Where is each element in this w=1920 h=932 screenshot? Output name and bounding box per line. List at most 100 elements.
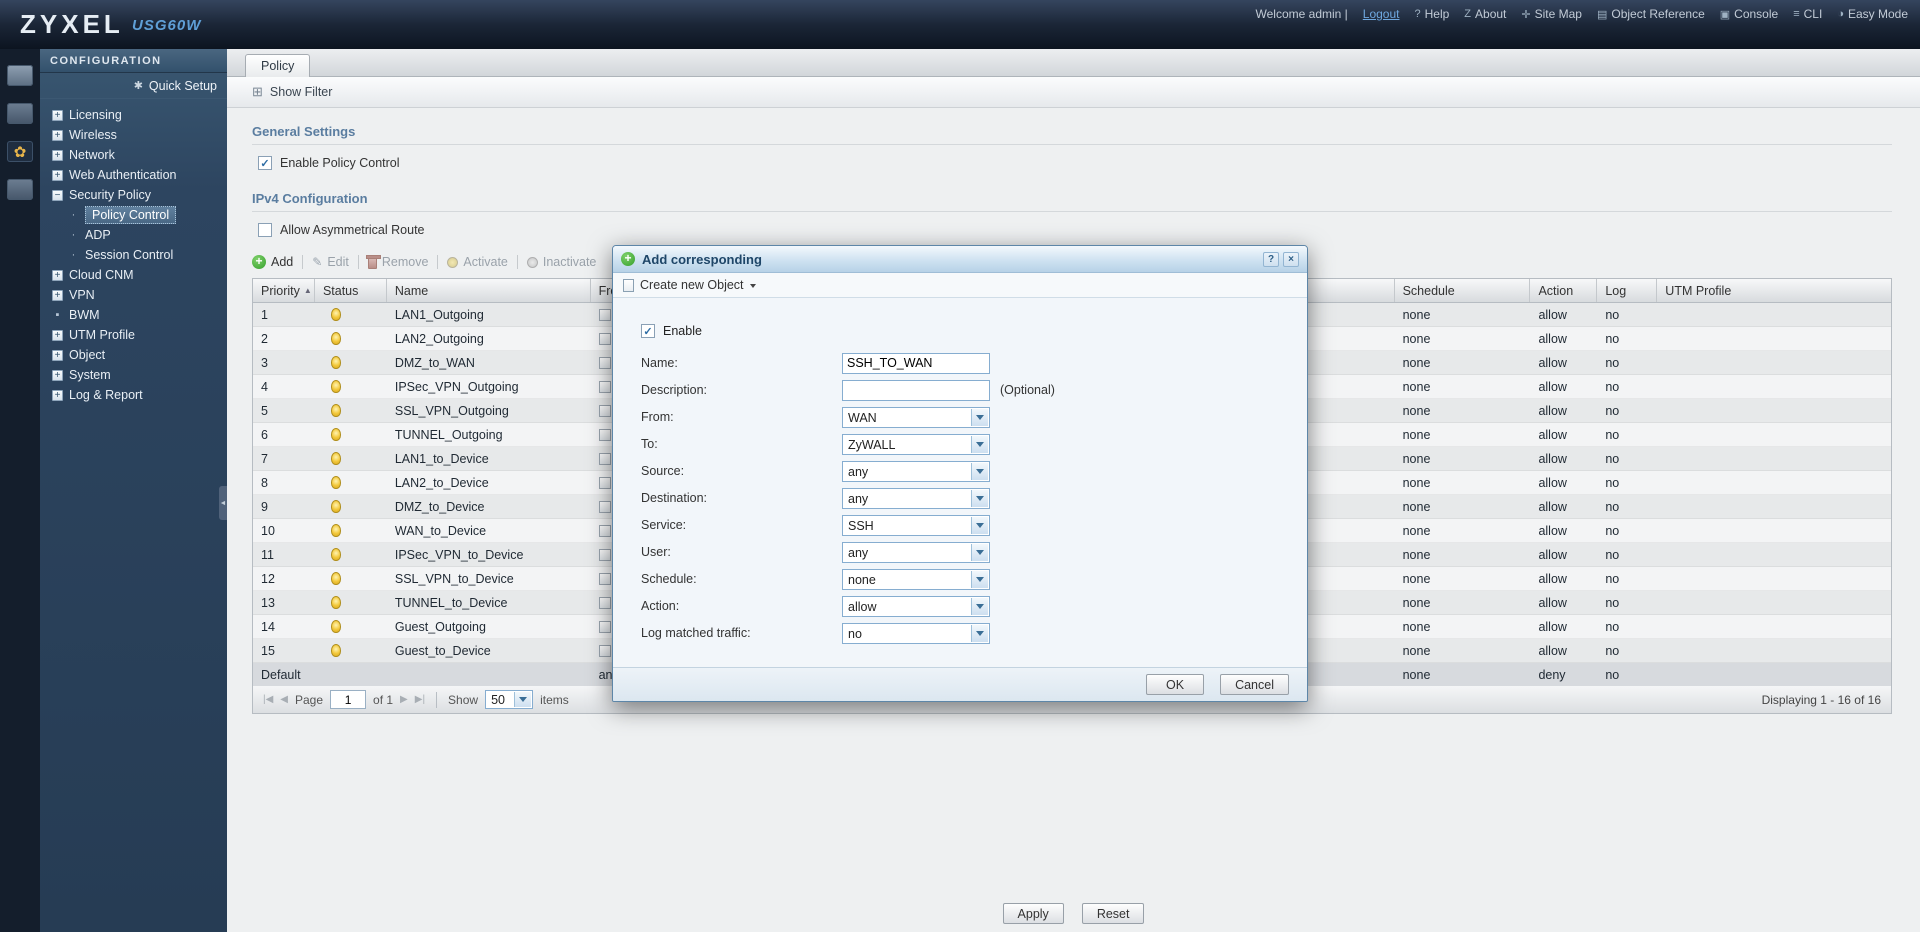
name-input[interactable] bbox=[842, 353, 990, 374]
chevron-down-icon[interactable] bbox=[971, 490, 988, 507]
create-new-object-button[interactable]: Create new Object bbox=[613, 273, 1307, 298]
expand-icon[interactable]: + bbox=[52, 370, 63, 381]
field-select[interactable]: any bbox=[842, 488, 990, 509]
col-schedule[interactable]: Schedule bbox=[1395, 279, 1531, 302]
expand-icon[interactable]: + bbox=[52, 130, 63, 141]
description-input[interactable] bbox=[842, 380, 990, 401]
sidebar-item[interactable]: + Cloud CNM bbox=[40, 265, 227, 285]
sidebar-item[interactable]: · Policy Control bbox=[40, 205, 227, 225]
col-status[interactable]: Status bbox=[315, 279, 387, 302]
ok-button[interactable]: OK bbox=[1146, 674, 1204, 695]
col-priority[interactable]: Priority ▲ bbox=[253, 279, 315, 302]
add-button[interactable]: Add bbox=[252, 255, 293, 269]
dialog-close-button[interactable]: × bbox=[1283, 252, 1299, 267]
col-action[interactable]: Action bbox=[1530, 279, 1597, 302]
inactivate-button[interactable]: Inactivate bbox=[527, 255, 597, 269]
configuration-icon[interactable]: ✿ bbox=[7, 141, 33, 162]
asymmetrical-route-checkbox[interactable] bbox=[258, 223, 272, 237]
field-select[interactable]: any bbox=[842, 542, 990, 563]
dialog-footer: OK Cancel bbox=[613, 667, 1307, 701]
expand-icon[interactable]: + bbox=[52, 170, 63, 181]
chevron-down-icon[interactable] bbox=[971, 625, 988, 642]
cancel-button[interactable]: Cancel bbox=[1220, 674, 1289, 695]
expand-icon[interactable]: + bbox=[52, 390, 63, 401]
sidebar-item[interactable]: · ADP bbox=[40, 225, 227, 245]
field-select[interactable]: allow bbox=[842, 596, 990, 617]
next-page-button[interactable]: ▶ bbox=[400, 694, 408, 705]
reset-button[interactable]: Reset bbox=[1082, 903, 1145, 924]
expand-icon[interactable]: · bbox=[68, 230, 79, 241]
expand-icon[interactable]: + bbox=[52, 110, 63, 121]
apply-button[interactable]: Apply bbox=[1003, 903, 1064, 924]
cell-priority: 2 bbox=[253, 332, 315, 346]
first-page-button[interactable]: |◀ bbox=[263, 694, 273, 705]
dashboard-icon[interactable] bbox=[7, 65, 33, 86]
quick-setup-label: Quick Setup bbox=[149, 79, 217, 93]
sidebar-item[interactable]: + Log & Report bbox=[40, 385, 227, 405]
sitemap-link[interactable]: ✛ Site Map bbox=[1521, 7, 1582, 21]
chevron-down-icon[interactable] bbox=[971, 571, 988, 588]
help-link[interactable]: ? Help bbox=[1414, 7, 1449, 21]
enable-policy-checkbox[interactable] bbox=[258, 156, 272, 170]
expand-icon[interactable]: − bbox=[52, 190, 63, 201]
field-select[interactable]: none bbox=[842, 569, 990, 590]
chevron-down-icon[interactable] bbox=[971, 436, 988, 453]
chevron-down-icon[interactable] bbox=[971, 544, 988, 561]
sidebar-item[interactable]: + System bbox=[40, 365, 227, 385]
field-select[interactable]: WAN bbox=[842, 407, 990, 428]
chevron-down-icon[interactable] bbox=[514, 692, 531, 707]
sidebar-collapse-handle[interactable]: ◄ bbox=[219, 486, 227, 520]
sidebar-item[interactable]: − Security Policy bbox=[40, 185, 227, 205]
field-select[interactable]: no bbox=[842, 623, 990, 644]
sidebar-item[interactable]: + Licensing bbox=[40, 105, 227, 125]
chevron-down-icon[interactable] bbox=[971, 517, 988, 534]
sidebar-item[interactable]: + UTM Profile bbox=[40, 325, 227, 345]
dialog-title-bar[interactable]: Add corresponding ? × bbox=[613, 246, 1307, 273]
sidebar-item[interactable]: + Wireless bbox=[40, 125, 227, 145]
chevron-down-icon[interactable] bbox=[971, 598, 988, 615]
easy-mode-link[interactable]: ◑ Easy Mode bbox=[1837, 7, 1908, 21]
sidebar-item[interactable]: + VPN bbox=[40, 285, 227, 305]
chevron-down-icon[interactable] bbox=[971, 463, 988, 480]
sidebar-item[interactable]: ▪ BWM bbox=[40, 305, 227, 325]
object-reference-link[interactable]: ▤ Object Reference bbox=[1597, 7, 1705, 21]
last-page-button[interactable]: ▶| bbox=[415, 694, 425, 705]
dialog-help-button[interactable]: ? bbox=[1263, 252, 1279, 267]
sidebar-item[interactable]: · Session Control bbox=[40, 245, 227, 265]
expand-icon[interactable]: · bbox=[68, 210, 79, 221]
quick-setup-button[interactable]: ✱ Quick Setup bbox=[40, 73, 227, 99]
activate-button[interactable]: Activate bbox=[447, 255, 507, 269]
tab-policy[interactable]: Policy bbox=[245, 54, 310, 77]
expand-icon[interactable]: + bbox=[52, 290, 63, 301]
expand-icon[interactable]: · bbox=[68, 250, 79, 261]
field-select[interactable]: ZyWALL bbox=[842, 434, 990, 455]
expand-icon[interactable]: ▪ bbox=[52, 310, 63, 321]
sidebar-item[interactable]: + Network bbox=[40, 145, 227, 165]
page-number-input[interactable] bbox=[330, 690, 366, 709]
logout-link[interactable]: Logout bbox=[1363, 7, 1400, 21]
prev-page-button[interactable]: ◀ bbox=[280, 694, 288, 705]
expand-icon[interactable]: + bbox=[52, 150, 63, 161]
field-select[interactable]: SSH bbox=[842, 515, 990, 536]
remove-button[interactable]: Remove bbox=[368, 255, 429, 269]
monitor-icon[interactable] bbox=[7, 103, 33, 124]
chevron-down-icon[interactable] bbox=[971, 409, 988, 426]
console-link[interactable]: ▣ Console bbox=[1720, 7, 1778, 21]
show-filter-bar[interactable]: ⊞ Show Filter bbox=[227, 77, 1920, 108]
page-size-select[interactable]: 50 bbox=[485, 690, 533, 709]
col-utm-profile[interactable]: UTM Profile bbox=[1657, 279, 1891, 302]
cli-link[interactable]: ≡ CLI bbox=[1793, 7, 1822, 21]
col-log[interactable]: Log bbox=[1597, 279, 1657, 302]
dialog-enable-checkbox[interactable] bbox=[641, 324, 655, 338]
expand-icon[interactable]: + bbox=[52, 350, 63, 361]
sidebar-item[interactable]: + Web Authentication bbox=[40, 165, 227, 185]
expand-icon[interactable]: + bbox=[52, 330, 63, 341]
sidebar-item[interactable]: + Object bbox=[40, 345, 227, 365]
expand-icon[interactable]: + bbox=[52, 270, 63, 281]
edit-button[interactable]: ✎ Edit bbox=[312, 255, 349, 269]
field-select[interactable]: any bbox=[842, 461, 990, 482]
about-link[interactable]: Z About bbox=[1464, 7, 1506, 21]
maintenance-icon[interactable] bbox=[7, 179, 33, 200]
col-name[interactable]: Name bbox=[387, 279, 591, 302]
sidebar-item-label: VPN bbox=[69, 287, 100, 303]
